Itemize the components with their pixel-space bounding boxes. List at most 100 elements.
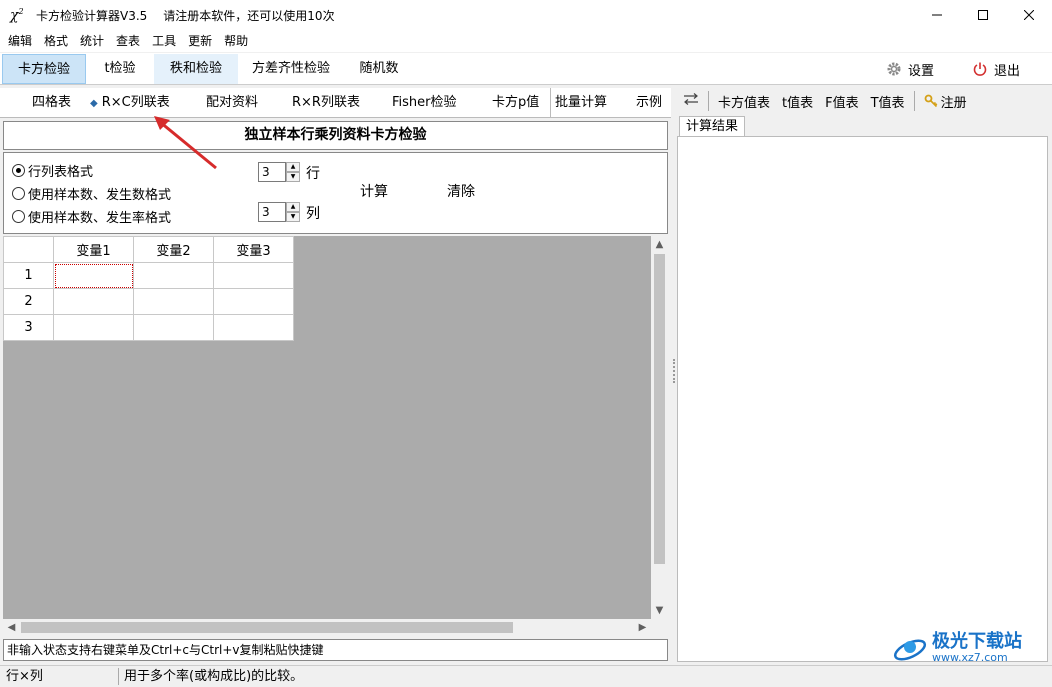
radio-row-table-format[interactable]: 行列表格式 bbox=[12, 161, 93, 180]
grid-header-var2[interactable]: 变量2 bbox=[133, 236, 214, 263]
subtab-batch-calc[interactable]: 批量计算 bbox=[550, 88, 607, 118]
subtab-fisher-test[interactable]: Fisher检验 bbox=[392, 88, 457, 118]
status-bar: 行×列 用于多个率(或构成比)的比较。 bbox=[0, 665, 1052, 687]
splitter-grip[interactable] bbox=[673, 359, 675, 383]
input-options: 行列表格式 使用样本数、发生数格式 使用样本数、发生率格式 3 ▲ ▼ 行 3 ▲… bbox=[3, 152, 668, 234]
menu-format[interactable]: 格式 bbox=[38, 30, 74, 52]
menu-bar: 编辑 格式 统计 查表 工具 更新 帮助 bbox=[0, 30, 1052, 52]
radio-row-sample-rate[interactable]: 使用样本数、发生率格式 bbox=[12, 207, 171, 226]
grid-cell[interactable] bbox=[133, 288, 214, 315]
right-pane: 卡方值表 t值表 F值表 T值表 注册 计算结果 bbox=[677, 86, 1052, 664]
result-output[interactable] bbox=[677, 136, 1048, 662]
tab-chi-square[interactable]: 卡方检验 bbox=[2, 54, 86, 84]
menu-lookup[interactable]: 查表 bbox=[110, 30, 146, 52]
tab-rank-sum[interactable]: 秩和检验 bbox=[154, 54, 238, 84]
scroll-down-icon[interactable]: ▼ bbox=[651, 602, 668, 619]
minimize-button[interactable] bbox=[914, 0, 960, 30]
grid-horizontal-scrollbar[interactable]: ◀ ▶ bbox=[3, 619, 651, 636]
tab-random-number[interactable]: 随机数 bbox=[344, 54, 414, 84]
key-icon bbox=[924, 94, 937, 108]
subtab-rxr-table[interactable]: R×R列联表 bbox=[292, 88, 360, 118]
grid-vertical-scrollbar[interactable]: ▲ ▼ bbox=[651, 236, 668, 619]
close-button[interactable] bbox=[1006, 0, 1052, 30]
sub-tab-bar: 四格表 ◆ R×C列联表 配对资料 R×R列联表 Fisher检验 卡方p值 批量… bbox=[0, 88, 671, 118]
watermark-url: www.xz7.com bbox=[932, 651, 1008, 664]
title-bar: χ2 卡方检验计算器V3.5 请注册本软件，还可以使用10次 bbox=[0, 0, 1052, 30]
main-tab-bar: 卡方检验 t检验 秩和检验 方差齐性检验 随机数 设置 退出 bbox=[0, 53, 1052, 85]
subtab-rxc-table[interactable]: ◆ R×C列联表 bbox=[90, 88, 170, 118]
register-label: 注册 bbox=[940, 95, 967, 111]
cols-up-icon[interactable]: ▲ bbox=[286, 202, 300, 212]
menu-update[interactable]: 更新 bbox=[182, 30, 218, 52]
t-table-button[interactable]: t值表 bbox=[776, 92, 819, 111]
scroll-corner bbox=[651, 619, 668, 636]
clear-button[interactable]: 清除 bbox=[447, 181, 475, 201]
scroll-left-icon[interactable]: ◀ bbox=[3, 619, 20, 636]
menu-statistics[interactable]: 统计 bbox=[74, 30, 110, 52]
radio-table-format[interactable] bbox=[12, 164, 25, 177]
register-button[interactable]: 注册 bbox=[918, 92, 973, 111]
rows-input[interactable]: 3 bbox=[258, 162, 286, 182]
exit-button[interactable]: 退出 bbox=[972, 53, 1020, 85]
cols-input[interactable]: 3 bbox=[258, 202, 286, 222]
grid-cell[interactable] bbox=[213, 288, 294, 315]
calculate-button[interactable]: 计算 bbox=[360, 181, 388, 201]
subtab-rxc-label: R×C列联表 bbox=[101, 95, 170, 110]
menu-help[interactable]: 帮助 bbox=[218, 30, 254, 52]
settings-label: 设置 bbox=[908, 63, 935, 79]
radio-sample-count[interactable] bbox=[12, 187, 25, 200]
rows-up-icon[interactable]: ▲ bbox=[286, 162, 300, 172]
scroll-right-icon[interactable]: ▶ bbox=[634, 619, 651, 636]
window-title: 卡方检验计算器V3.5 bbox=[36, 8, 148, 23]
row-label-2: 2 bbox=[3, 288, 54, 315]
settings-button[interactable]: 设置 bbox=[886, 53, 934, 85]
power-icon bbox=[973, 62, 987, 76]
panel-title: 独立样本行乘列资料卡方检验 bbox=[3, 121, 668, 150]
horizontal-scroll-thumb[interactable] bbox=[21, 622, 513, 633]
lookup-toolbar: 卡方值表 t值表 F值表 T值表 注册 bbox=[677, 88, 1052, 114]
maximize-button[interactable] bbox=[960, 0, 1006, 30]
selected-diamond-icon: ◆ bbox=[90, 98, 98, 109]
subtab-chi-p-value[interactable]: 卡方p值 bbox=[492, 88, 539, 118]
grid-cell[interactable] bbox=[53, 262, 134, 289]
cols-stepper[interactable]: 3 ▲ ▼ bbox=[258, 202, 300, 222]
menu-tools[interactable]: 工具 bbox=[146, 30, 182, 52]
clipboard-hint: 非输入状态支持右键菜单及Ctrl+c与Ctrl+v复制粘贴快捷键 bbox=[3, 639, 668, 661]
T-table-button[interactable]: T值表 bbox=[865, 92, 911, 111]
rows-down-icon[interactable]: ▼ bbox=[286, 172, 300, 182]
grid-cell[interactable] bbox=[133, 314, 214, 341]
grid-corner bbox=[3, 236, 54, 263]
grid-header-var1[interactable]: 变量1 bbox=[53, 236, 134, 263]
vertical-scroll-thumb[interactable] bbox=[654, 254, 665, 564]
gear-icon bbox=[887, 62, 901, 76]
grid-cell[interactable] bbox=[213, 314, 294, 341]
exit-label: 退出 bbox=[994, 63, 1021, 79]
radio-sample-rate[interactable] bbox=[12, 210, 25, 223]
swap-arrows-icon bbox=[684, 93, 698, 105]
tab-variance-homogeneity[interactable]: 方差齐性检验 bbox=[240, 54, 342, 84]
toolbar-divider bbox=[913, 91, 915, 111]
chi-square-table-button[interactable]: 卡方值表 bbox=[712, 92, 776, 111]
tab-t-test[interactable]: t检验 bbox=[88, 54, 152, 84]
grid-cell[interactable] bbox=[53, 314, 134, 341]
grid-cell[interactable] bbox=[53, 288, 134, 315]
window-controls bbox=[914, 0, 1052, 30]
grid-cell[interactable] bbox=[213, 262, 294, 289]
f-table-button[interactable]: F值表 bbox=[819, 92, 864, 111]
maximize-icon bbox=[978, 10, 988, 20]
rows-stepper[interactable]: 3 ▲ ▼ bbox=[258, 162, 300, 182]
status-mode: 行×列 bbox=[6, 669, 43, 684]
menu-edit[interactable]: 编辑 bbox=[2, 30, 38, 52]
scroll-up-icon[interactable]: ▲ bbox=[651, 236, 668, 253]
subtab-example[interactable]: 示例 bbox=[636, 88, 662, 118]
tab-calculation-result[interactable]: 计算结果 bbox=[679, 116, 746, 138]
subtab-paired-data[interactable]: 配对资料 bbox=[206, 88, 258, 118]
data-grid[interactable]: 变量1 变量2 变量3 1 2 3 bbox=[3, 236, 294, 341]
cols-down-icon[interactable]: ▼ bbox=[286, 212, 300, 222]
grid-header-var3[interactable]: 变量3 bbox=[213, 236, 294, 263]
grid-cell[interactable] bbox=[133, 262, 214, 289]
swap-pane-button[interactable] bbox=[677, 93, 705, 109]
radio-row-sample-count[interactable]: 使用样本数、发生数格式 bbox=[12, 184, 171, 203]
app-chi-icon: χ2 bbox=[10, 6, 24, 24]
subtab-fourfold-table[interactable]: 四格表 bbox=[32, 88, 71, 118]
